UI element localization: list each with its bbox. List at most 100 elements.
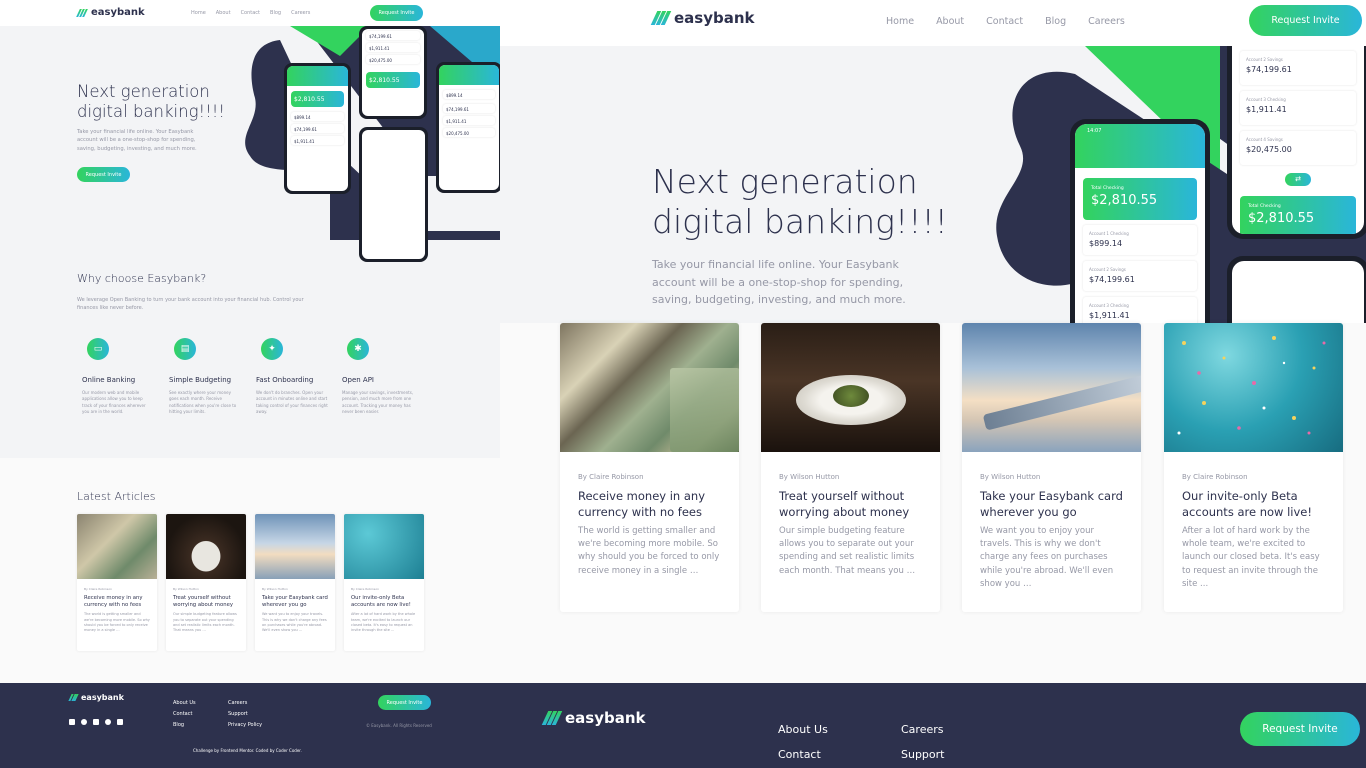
article-card[interactable]: By Wilson Hutton Treat yourself without … (166, 514, 246, 651)
article-excerpt: We want you to enjoy your travels. This … (980, 526, 1114, 589)
footer-request-invite-button[interactable]: Request Invite (1240, 712, 1360, 746)
feature-open-api: ✱ Open API Manage your savings, investme… (342, 338, 414, 416)
footer-link-about[interactable]: About Us (173, 698, 196, 709)
article-title[interactable]: Treat yourself without worrying about mo… (779, 489, 922, 520)
article-card[interactable]: By Wilson Hutton Take your Easybank card… (255, 514, 335, 651)
footer-link-blog[interactable]: Blog (173, 720, 196, 731)
article-title[interactable]: Our invite-only Beta accounts are now li… (1182, 489, 1325, 520)
nav-link-blog[interactable]: Blog (1045, 16, 1066, 27)
nav-link-home[interactable]: Home (191, 10, 206, 16)
nav-link-contact[interactable]: Contact (986, 16, 1023, 27)
latest-title: Latest Articles (77, 490, 156, 503)
hero-text: Take your financial life online. Your Ea… (652, 258, 906, 307)
airplane-wing-image (255, 514, 335, 579)
logo[interactable]: easybank (76, 7, 145, 18)
restaurant-plate-image (761, 323, 940, 452)
page-zoom-view: easybank Home About Contact Blog Careers… (500, 0, 1366, 768)
footer-link-privacy[interactable]: Privacy Policy (228, 720, 262, 731)
feature-online-banking: ▭ Online Banking Our modern web and mobi… (82, 338, 154, 416)
hero-title: Next generation digital banking!!!! (77, 82, 225, 121)
footer-link-contact[interactable]: Contact (173, 709, 196, 720)
footer-link-about[interactable]: About Us (778, 717, 828, 742)
phone-mockup: 14:07 Total Checking $2,810.55 Account 1… (1070, 119, 1210, 323)
phone-mockup: $2,810.55 $899.14 $74,199.61 $1,911.41 (284, 63, 351, 194)
logo[interactable]: easybank (650, 9, 755, 27)
article-card[interactable]: By Claire Robinson Our invite-only Beta … (344, 514, 424, 651)
brand-name: easybank (674, 9, 755, 27)
brand-name: easybank (91, 7, 145, 18)
why-section: Why choose Easybank? We leverage Open Ba… (0, 240, 500, 458)
logo-mark-icon (383, 187, 405, 202)
article-author: By Wilson Hutton (779, 473, 840, 481)
pinterest-icon[interactable] (105, 719, 111, 725)
article-card[interactable]: By Claire Robinson Receive money in any … (560, 323, 739, 612)
instagram-icon[interactable] (117, 719, 123, 725)
restaurant-plate-image (166, 514, 246, 579)
page-preview: easybank Home About Contact Blog Careers… (0, 0, 500, 768)
footer-request-invite-button[interactable]: Request Invite (378, 695, 431, 710)
footer-link-careers[interactable]: Careers (228, 698, 262, 709)
nav-links: Home About Contact Blog Careers (191, 10, 310, 16)
hero-title: Next generation digital banking!!!! (652, 162, 948, 241)
footer-link-contact[interactable]: Contact (778, 742, 828, 767)
currency-notes-image (560, 323, 739, 452)
footer-links-col1: About Us Contact (778, 717, 828, 768)
header: easybank Home About Contact Blog Careers… (500, 0, 1366, 46)
phone-mockup (359, 127, 428, 262)
article-author: By Wilson Hutton (980, 473, 1041, 481)
logo-mark-icon (650, 11, 672, 25)
phone-mockup: $74,199.61 $1,911.41 $20,475.00 $2,810.5… (359, 26, 427, 119)
footer-link-support[interactable]: Support (901, 742, 944, 767)
budgeting-icon: ▤ (174, 338, 196, 360)
social-links (69, 719, 123, 725)
facebook-icon[interactable] (69, 719, 75, 725)
footer-logo[interactable]: easybank (68, 693, 124, 702)
onboarding-icon: ✦ (261, 338, 283, 360)
article-excerpt: Our simple budgeting feature allows you … (779, 526, 916, 576)
article-card[interactable]: By Claire Robinson Receive money in any … (77, 514, 157, 651)
why-intro: We leverage Open Banking to turn your ba… (77, 297, 304, 311)
nav-link-about[interactable]: About (216, 10, 231, 16)
hero-text: Take your financial life online. Your Ea… (77, 129, 197, 152)
request-invite-button[interactable]: Request Invite (1249, 5, 1362, 36)
youtube-icon[interactable] (81, 719, 87, 725)
nav-link-blog[interactable]: Blog (270, 10, 281, 16)
copyright: © Easybank. All Rights Reserved (366, 723, 432, 728)
logo-mark-icon (541, 711, 563, 725)
transfer-icon[interactable]: ⇄ (1285, 173, 1311, 186)
request-invite-button[interactable]: Request Invite (370, 5, 423, 21)
phone-mockup: $899.14 $74,199.61 $1,911.41 $20,475.00 (436, 62, 500, 193)
article-excerpt: The world is getting smaller and we're b… (578, 526, 720, 576)
confetti-image (1164, 323, 1343, 452)
nav-link-home[interactable]: Home (886, 16, 914, 27)
latest-articles-grid: By Claire Robinson Receive money in any … (500, 323, 1366, 683)
feature-fast-onboarding: ✦ Fast Onboarding We don't do branches. … (256, 338, 328, 416)
article-excerpt: After a lot of hard work by the whole te… (1182, 526, 1320, 589)
article-card[interactable]: By Wilson Hutton Treat yourself without … (761, 323, 940, 612)
nav-link-careers[interactable]: Careers (1088, 16, 1125, 27)
airplane-wing-image (962, 323, 1141, 452)
why-title: Why choose Easybank? (77, 272, 207, 285)
article-card[interactable]: By Wilson Hutton Take your Easybank card… (962, 323, 1141, 612)
article-author: By Claire Robinson (1182, 473, 1248, 481)
footer: easybank About Us Contact Blog Careers S… (0, 683, 500, 768)
twitter-icon[interactable] (93, 719, 99, 725)
footer-links-col1: About Us Contact Blog (173, 698, 196, 731)
nav-link-about[interactable]: About (936, 16, 964, 27)
status-time: 14:07 (1087, 128, 1102, 134)
online-banking-icon: ▭ (87, 338, 109, 360)
article-title[interactable]: Take your Easybank card wherever you go (980, 489, 1123, 520)
nav-link-careers[interactable]: Careers (291, 10, 310, 16)
article-author: By Claire Robinson (578, 473, 644, 481)
footer-link-careers[interactable]: Careers (901, 717, 944, 742)
article-card[interactable]: By Claire Robinson Our invite-only Beta … (1164, 323, 1343, 612)
header: easybank Home About Contact Blog Careers… (0, 0, 500, 26)
footer-logo[interactable]: easybank (541, 709, 646, 727)
hero-request-invite-button[interactable]: Request Invite (77, 167, 130, 182)
hero-section: Next generation digital banking!!!! Take … (500, 46, 1366, 323)
latest-articles-section: Latest Articles By Claire Robinson Recei… (0, 458, 500, 683)
article-title[interactable]: Receive money in any currency with no fe… (578, 489, 721, 520)
nav-links: Home About Contact Blog Careers (886, 16, 1125, 27)
footer-link-support[interactable]: Support (228, 709, 262, 720)
nav-link-contact[interactable]: Contact (241, 10, 260, 16)
